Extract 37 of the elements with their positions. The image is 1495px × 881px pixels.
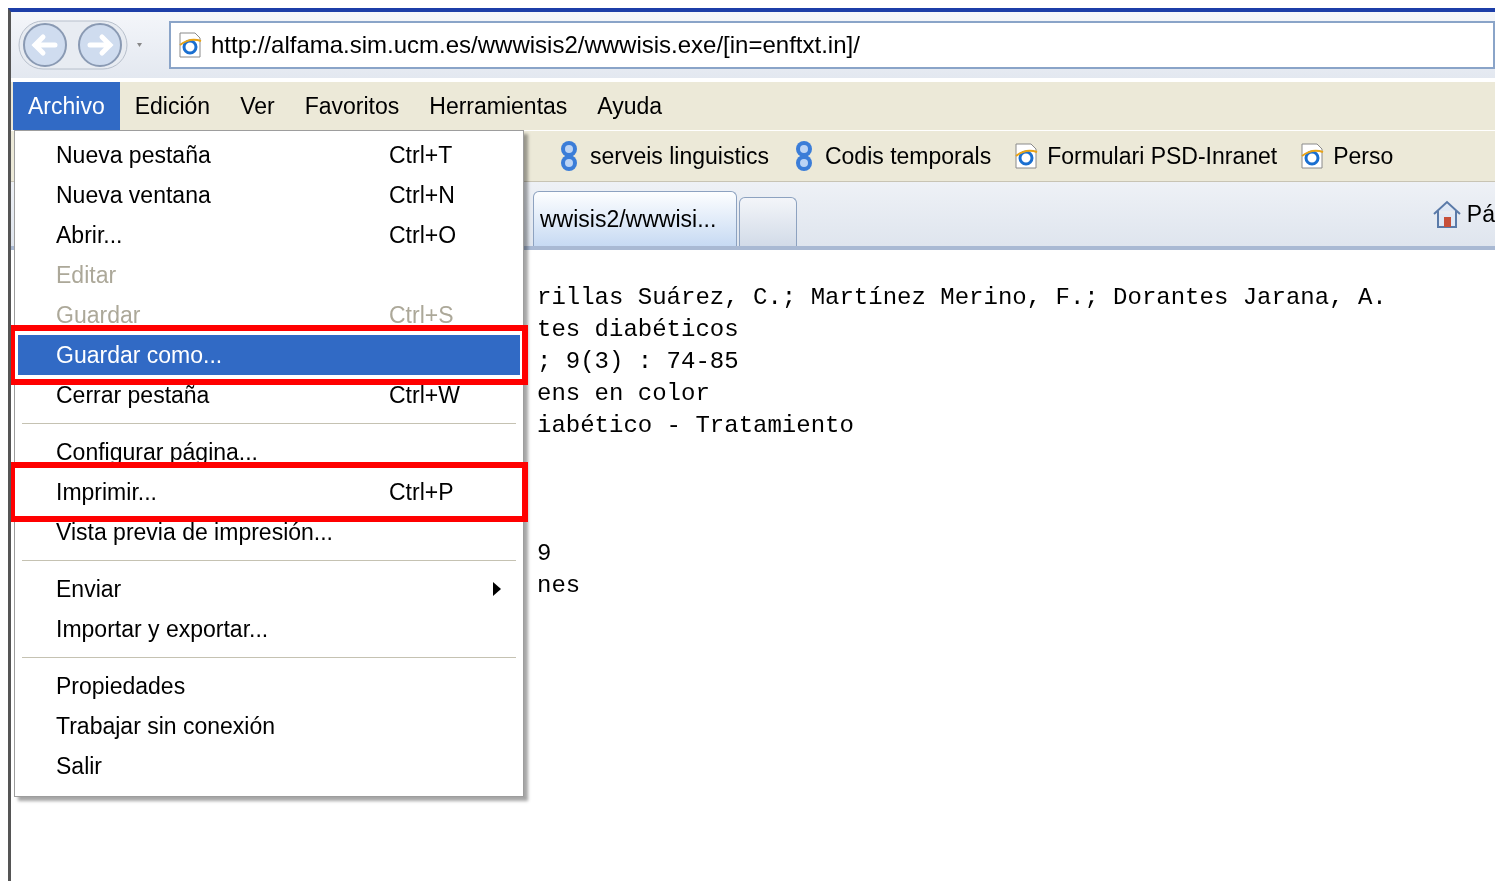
menu-option[interactable]: Salir	[18, 746, 520, 786]
favorite-link[interactable]: Perso	[1333, 142, 1394, 170]
page-text: ens en color	[537, 379, 711, 409]
menu-option[interactable]: Propiedades	[18, 666, 520, 706]
favorite-link[interactable]: Codis temporals	[824, 142, 992, 170]
menu-option[interactable]: Nueva pestaña Ctrl+T	[18, 135, 520, 175]
page-icon	[1013, 142, 1040, 170]
menu-option[interactable]: Nueva ventana Ctrl+N	[18, 175, 520, 215]
menu-item[interactable]: Archivo	[13, 82, 120, 130]
menu-option[interactable]: Abrir... Ctrl+O	[18, 215, 520, 255]
menu-option[interactable]: Cerrar pestaña Ctrl+W	[18, 375, 520, 415]
page-text: tes diabéticos	[537, 315, 740, 345]
menu-option[interactable]: Vista previa de impresión...	[18, 512, 520, 552]
page-text: ; 9(3) : 74-85	[537, 347, 740, 377]
favorite-link[interactable]: Formulari PSD-Inranet	[1047, 142, 1278, 170]
page-text: rillas Suárez, C.; Martínez Merino, F.; Dorantes Jarana, A.	[537, 283, 1388, 313]
favorite-link[interactable]: serveis linguistics	[590, 142, 769, 170]
page-icon	[1299, 142, 1326, 170]
menu-item[interactable]: Favoritos	[289, 82, 415, 130]
menu-item[interactable]: Edición	[119, 82, 226, 130]
address-field[interactable]: http://alfama.sim.ucm.es/wwwisis2/wwwisis.exe/[in=enftxt.in]/	[169, 21, 1495, 69]
menu-option[interactable]: Trabajar sin conexión	[18, 706, 520, 746]
page-text: iabético - Tratamiento	[537, 411, 855, 441]
menu-item[interactable]: Ayuda	[582, 82, 678, 130]
page-text: nes	[537, 571, 582, 601]
page-icon	[177, 31, 203, 59]
menu-option[interactable]: Guardar como...	[18, 335, 520, 375]
menu-option[interactable]: Configurar página...	[18, 432, 520, 472]
menu-option[interactable]: Enviar	[18, 569, 520, 609]
home-button[interactable]: Pá	[1466, 200, 1495, 228]
new-tab-button[interactable]	[739, 197, 798, 246]
page-text: 9	[537, 539, 553, 569]
menu-item[interactable]: Ver	[225, 82, 290, 130]
menu-option[interactable]: Imprimir... Ctrl+P	[18, 472, 520, 512]
menu-option[interactable]: Importar y exportar...	[18, 609, 520, 649]
browser-tab[interactable]: wwisis2/wwwisi...	[533, 191, 738, 246]
menu-item[interactable]: Herramientas	[414, 82, 583, 130]
